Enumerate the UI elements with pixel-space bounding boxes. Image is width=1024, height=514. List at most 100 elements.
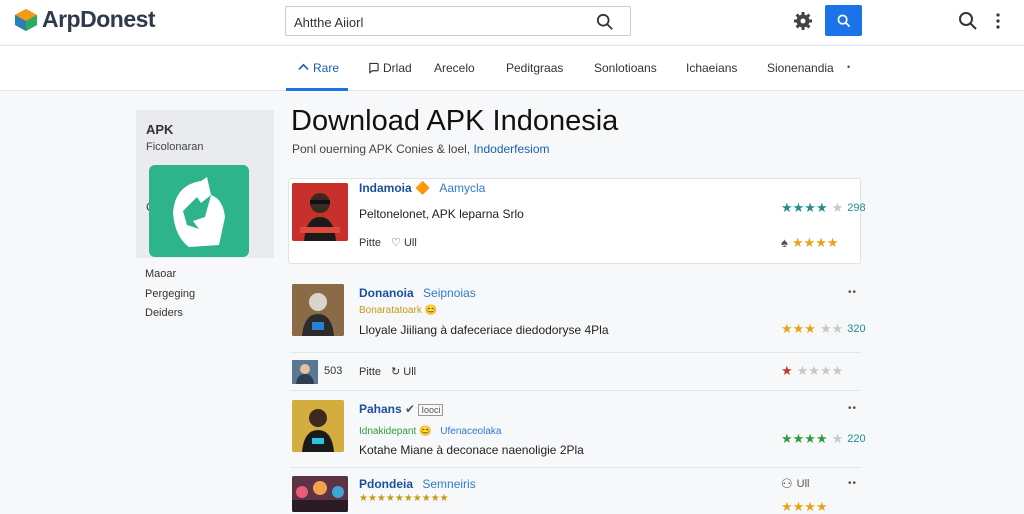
crowd-thumbnail-icon: [292, 476, 348, 512]
gear-icon[interactable]: [793, 11, 813, 31]
nav-active-indicator: [286, 88, 348, 91]
app-tag: Iooci: [418, 404, 444, 416]
app-thumbnail[interactable]: [292, 183, 348, 241]
logo[interactable]: ArpDonest: [14, 6, 156, 33]
app-title-text: Pahans: [359, 402, 402, 416]
rating-count: 298: [847, 201, 866, 214]
nav-item-label: Ichaeians: [686, 61, 738, 75]
share-icon: ⚇: [781, 476, 793, 491]
app-meta-label: 503: [324, 365, 343, 377]
rating-count: 220: [847, 432, 866, 445]
app-tag: Aamycla: [439, 181, 486, 195]
row-divider: [290, 390, 861, 391]
nav-item-label: Arecelo: [434, 61, 475, 75]
nav-item-sonlotioans[interactable]: Sonlotioans: [594, 61, 657, 75]
sidebar-title: APK: [146, 122, 174, 137]
nav-item-drlad[interactable]: Drlad: [368, 61, 412, 75]
share-action[interactable]: ⚇ Ull: [781, 477, 810, 490]
app-title[interactable]: Pdondeia Semneiris: [359, 477, 476, 491]
search-button[interactable]: [825, 5, 862, 36]
app-thumbnail[interactable]: [292, 476, 348, 512]
action-label: Ull: [403, 237, 417, 249]
app-title-text: Indamoia: [359, 181, 412, 195]
app-actions: Pitte ↻ Ull: [359, 365, 416, 379]
page-subtitle: Ponl ouerning APK Conies & loel, Indoder…: [292, 142, 550, 156]
app-subline: Idnakidepant 😊 Ufenaceolaka: [359, 426, 501, 437]
search-icon[interactable]: [958, 11, 978, 31]
star-icon: ★★★★: [796, 363, 844, 378]
sidebar-link[interactable]: Deiders: [145, 307, 183, 319]
star-icon: ★★★: [781, 321, 816, 336]
nav-item-peditgraas[interactable]: Peditgraas: [506, 61, 563, 75]
search-input[interactable]: [294, 12, 584, 32]
app-title[interactable]: Pahans ✔ Iooci: [359, 402, 444, 416]
star-icon: ★★★★: [791, 235, 839, 250]
page-subtitle-link[interactable]: Indoderfesiom: [473, 142, 549, 156]
logo-text: ArpDonest: [42, 6, 156, 32]
app-description: Kotahe Miane à deconace naenoligie 2Pla: [359, 443, 584, 457]
app-description: Lloyale Jiiliang à dafeceriace diedodory…: [359, 323, 609, 337]
sidebar-link[interactable]: Pergeging: [145, 288, 195, 300]
kebab-icon[interactable]: [995, 11, 1001, 31]
person-thumbnail-icon: [292, 284, 344, 336]
app-thumbnail[interactable]: [292, 284, 344, 336]
app-subline-text: Idnakidepant: [359, 426, 417, 437]
nav-item-label: Sonlotioans: [594, 61, 657, 75]
app-thumbnail[interactable]: [292, 360, 318, 384]
search-icon[interactable]: [596, 13, 614, 31]
app-subline-stars: ★★★★★★★★★★: [359, 493, 449, 504]
top-bar: ArpDonest: [0, 0, 1024, 44]
star-icon: ★★★★: [781, 499, 828, 514]
star-icon: ★★★★: [781, 431, 828, 446]
heart-icon: ♡: [391, 237, 401, 249]
rating: ★★★★ ★ 298: [781, 201, 866, 214]
rating: ★★★★ ★ 220: [781, 432, 866, 445]
check-icon: ✔: [405, 402, 416, 416]
nav-item-arecelo[interactable]: Arecelo: [434, 61, 475, 75]
app-title-text: Donanoia: [359, 286, 414, 300]
page-subtitle-text: Ponl ouerning APK Conies & loel,: [292, 142, 471, 156]
nav-item-sionenandia[interactable]: Sionenandia: [767, 61, 834, 75]
app-actions: Pitte ♡ Ull: [359, 236, 417, 250]
app-subline: Bonaratatoark 😊: [359, 305, 437, 316]
rating-count: 320: [847, 322, 866, 335]
nav-more-caret[interactable]: •: [847, 62, 850, 72]
sidebar-link[interactable]: Maoar: [145, 268, 176, 280]
action-label: Ull: [796, 477, 810, 490]
person-thumbnail-icon: [292, 360, 318, 384]
emoji-icon: 😊: [419, 426, 432, 437]
app-icon[interactable]: [149, 165, 249, 257]
refresh-action[interactable]: ↻ Ull: [391, 365, 416, 378]
heart-action[interactable]: ♡ Ull: [391, 236, 417, 249]
app-title[interactable]: Indamoia 🔶 Aamycla: [359, 181, 485, 195]
action-label[interactable]: Pitte: [359, 237, 381, 249]
row-divider: [290, 352, 861, 353]
app-title[interactable]: Donanoia Seipnoias: [359, 286, 476, 300]
more-icon[interactable]: ••: [848, 478, 857, 489]
nav-item-home[interactable]: Rare: [298, 61, 339, 75]
app-meta: 503: [324, 365, 342, 377]
star-icon: ★: [831, 431, 844, 446]
sidebar-subtitle: Ficolonaran: [146, 141, 204, 153]
logo-icon: [15, 8, 37, 31]
star-icon: ★: [781, 363, 793, 378]
nav-item-label: Sionenandia: [767, 61, 834, 75]
app-thumbnail[interactable]: [292, 400, 344, 452]
app-title-text: Pdondeia: [359, 477, 414, 491]
app-subline-tag: Ufenaceolaka: [440, 426, 502, 437]
home-icon: [298, 63, 309, 70]
nav-item-ichaeians[interactable]: Ichaeians: [686, 61, 737, 75]
app-logo-icon: [173, 177, 225, 247]
more-icon[interactable]: ••: [848, 287, 857, 298]
rating: ★★★★: [781, 500, 828, 513]
app-description: Peltonelonet, APK leparna Srlo: [359, 207, 524, 221]
rating: ♠ ★★★★: [781, 236, 839, 249]
star-icon: ★★: [819, 321, 844, 336]
more-icon[interactable]: ••: [848, 403, 857, 414]
action-label[interactable]: Pitte: [359, 366, 381, 378]
action-label: Ull: [403, 366, 417, 378]
page-title: Download APK Indonesia: [291, 105, 619, 137]
emoji-icon: 😊: [424, 305, 438, 316]
badge-icon: 🔶: [415, 181, 430, 195]
search-box: [285, 6, 631, 36]
